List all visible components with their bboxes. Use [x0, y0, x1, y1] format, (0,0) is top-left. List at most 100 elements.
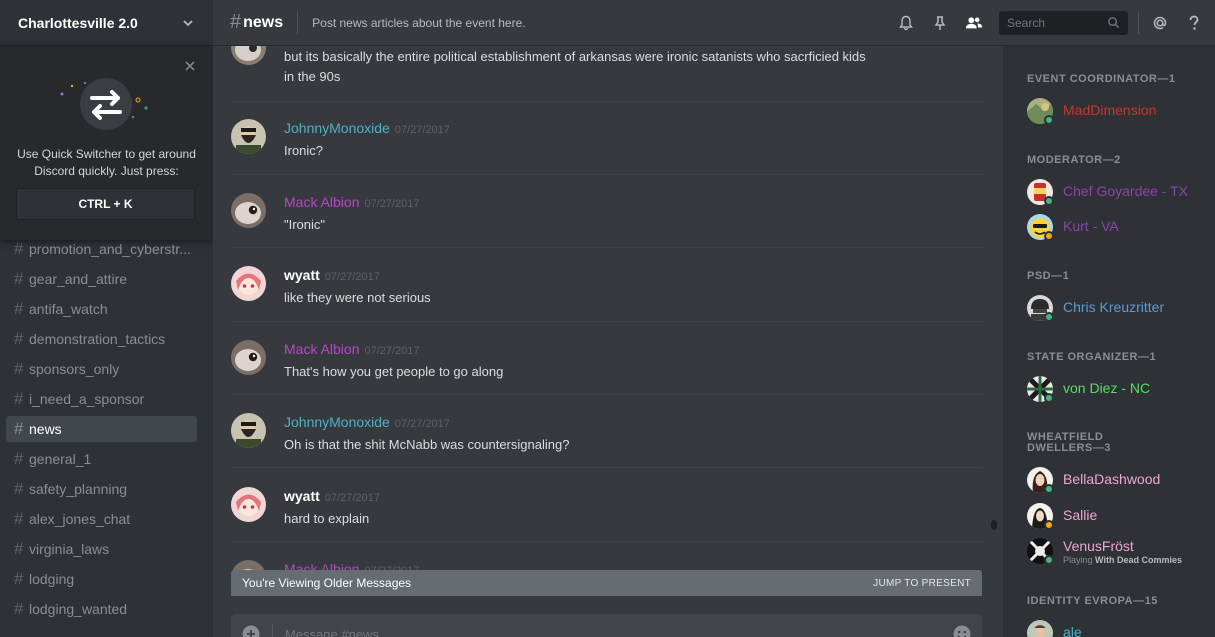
online-status-indicator: [1044, 312, 1054, 322]
channel-item[interactable]: # alex_jones_chat: [6, 506, 197, 532]
message-divider: [231, 101, 982, 102]
message-timestamp: 07/27/2017: [394, 418, 450, 430]
message-timestamp: 07/27/2017: [364, 345, 420, 357]
member-name: BellaDashwood: [1063, 471, 1161, 487]
channel-item[interactable]: # lodging_wanted: [6, 596, 197, 622]
members-icon[interactable]: [965, 14, 983, 32]
search-box: [999, 10, 1128, 35]
server-header[interactable]: Charlottesville 2.0: [0, 0, 213, 46]
member-item[interactable]: Chris Kreuzritter: [1027, 295, 1207, 327]
header-divider: [297, 11, 299, 34]
idle-status-indicator: [1044, 231, 1054, 241]
role-header: IDENTITY EVROPA—15: [1027, 595, 1158, 607]
shortcut-key: CTRL + K: [16, 188, 195, 220]
avatar[interactable]: [231, 266, 266, 301]
message-content: That's how you get people to go along: [284, 364, 504, 379]
avatar: [1027, 620, 1053, 637]
chevron-down-icon[interactable]: [181, 16, 195, 30]
message-content: like they were not serious: [284, 290, 431, 305]
member-item[interactable]: von Diez - NC: [1027, 376, 1207, 408]
avatar[interactable]: [231, 193, 266, 228]
message-divider: [231, 321, 982, 322]
message-author[interactable]: wyatt: [284, 267, 320, 283]
channel-item[interactable]: # gear_and_attire: [6, 266, 197, 292]
channel-item[interactable]: # antifa_watch: [6, 296, 197, 322]
message-author[interactable]: Mack Albion: [284, 194, 359, 210]
channel-name: antifa_watch: [29, 301, 108, 317]
role-header: MODERATOR—2: [1027, 154, 1121, 166]
quick-switcher-popup: Use Quick Switcher to get around Discord…: [0, 46, 213, 240]
search-icon[interactable]: [1107, 16, 1120, 29]
message-content: Oh is that the shit McNabb was countersi…: [284, 437, 570, 452]
pin-icon[interactable]: [931, 14, 949, 32]
channel-sidebar: Charlottesville 2.0 #flags_banners_signs…: [0, 0, 213, 637]
channel-item[interactable]: # i_need_a_sponsor: [6, 386, 197, 412]
message-list: but its basically the entire political e…: [213, 46, 989, 614]
help-icon[interactable]: [1185, 14, 1203, 32]
header-divider: [1138, 11, 1139, 34]
avatar[interactable]: [231, 413, 266, 448]
search-input[interactable]: [1007, 15, 1107, 30]
message-input[interactable]: [285, 626, 953, 637]
message-author[interactable]: Mack Albion: [284, 341, 359, 357]
message-timestamp: 07/27/2017: [324, 271, 380, 283]
member-item[interactable]: Sallie: [1027, 503, 1207, 535]
member-item[interactable]: Chef Goyardee - TX: [1027, 179, 1207, 211]
message-meta: wyatt 07/27/2017: [284, 267, 380, 285]
message-meta: Mack Albion 07/27/2017: [284, 194, 420, 212]
jump-to-present-button[interactable]: JUMP TO PRESENT: [873, 578, 971, 589]
hash-icon: #: [14, 569, 24, 588]
role-header: PSD—1: [1027, 270, 1070, 282]
online-status-indicator: [1044, 393, 1054, 403]
channel-topic: Post news articles about the event here.: [312, 15, 526, 30]
channel-item[interactable]: # sponsors_only: [6, 356, 197, 382]
member-name: ale: [1063, 624, 1082, 637]
avatar[interactable]: [231, 340, 266, 375]
role-header: WHEATFIELD DWELLERS—3: [1027, 431, 1111, 454]
member-name: MadDimension: [1063, 102, 1157, 118]
message-meta: JohnnyMonoxide 07/27/2017: [284, 120, 450, 138]
message-author[interactable]: JohnnyMonoxide: [284, 414, 390, 430]
hash-icon: #: [14, 299, 24, 318]
member-item[interactable]: BellaDashwood: [1027, 467, 1207, 499]
online-status-indicator: [1044, 115, 1054, 125]
hash-icon: #: [14, 419, 24, 438]
member-item[interactable]: Kurt - VA: [1027, 214, 1207, 246]
member-item[interactable]: MadDimension: [1027, 98, 1207, 130]
avatar[interactable]: [231, 46, 266, 65]
member-item[interactable]: ale: [1027, 620, 1207, 637]
hash-icon: #: [230, 11, 242, 33]
activity-game: With Dead Commies: [1095, 555, 1182, 565]
channel-item[interactable]: # demonstration_tactics: [6, 326, 197, 352]
member-list: EVENT COORDINATOR—1 MadDimension MODERAT…: [1003, 46, 1215, 637]
message-meta: wyatt 07/27/2017: [284, 488, 380, 506]
mentions-icon[interactable]: [1151, 14, 1169, 32]
idle-status-indicator: [1044, 520, 1054, 530]
avatar[interactable]: [231, 119, 266, 154]
channel-name: alex_jones_chat: [29, 511, 131, 527]
role-header: EVENT COORDINATOR—1: [1027, 73, 1176, 85]
channel-item-active[interactable]: # news: [6, 416, 197, 442]
message-content: Ironic?: [284, 143, 324, 158]
avatar[interactable]: [231, 487, 266, 522]
member-item[interactable]: VenusFröst Playing With Dead Commies: [1027, 538, 1207, 572]
channel-item[interactable]: # virginia_laws: [6, 536, 197, 562]
member-name: Sallie: [1063, 507, 1098, 523]
channel-name: gear_and_attire: [29, 271, 128, 287]
channel-name: promotion_and_cyberstr...: [29, 241, 191, 257]
message-scrollbar[interactable]: [990, 48, 998, 614]
channel-name: safety_planning: [29, 481, 128, 497]
bell-icon[interactable]: [897, 14, 915, 32]
upload-plus-icon[interactable]: [242, 625, 260, 637]
scrollbar-thumb[interactable]: [991, 520, 997, 530]
message-timestamp: 07/27/2017: [364, 198, 420, 210]
channel-item[interactable]: # general_1: [6, 446, 197, 472]
message-author[interactable]: wyatt: [284, 488, 320, 504]
message-author[interactable]: JohnnyMonoxide: [284, 120, 390, 136]
channel-item[interactable]: # lodging: [6, 566, 197, 592]
older-messages-text: You're Viewing Older Messages: [242, 576, 412, 590]
emoji-icon[interactable]: [953, 625, 971, 637]
close-icon[interactable]: [183, 59, 197, 73]
message-divider: [231, 174, 982, 175]
channel-item[interactable]: # safety_planning: [6, 476, 197, 502]
